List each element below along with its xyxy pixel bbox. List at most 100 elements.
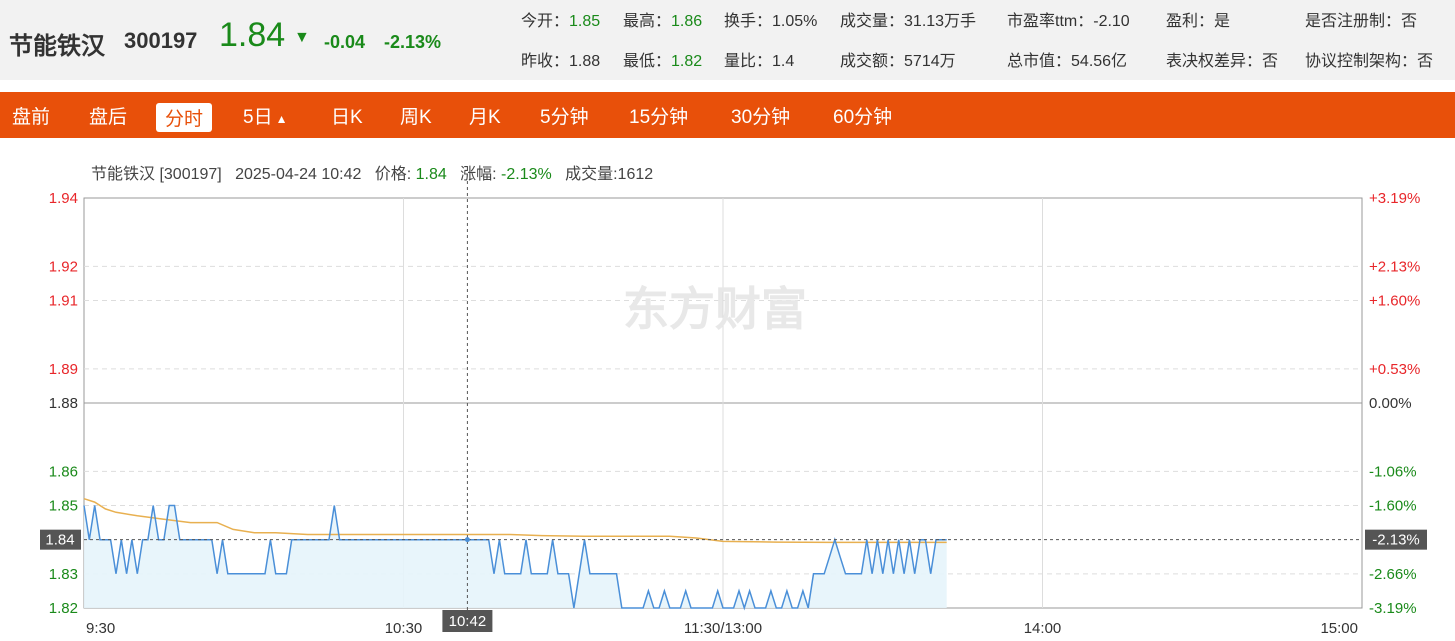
stat-label: 成交量：	[840, 13, 905, 30]
quote-header: 节能铁汉 300197 1.84 ▼ -0.04 -2.13% 今开：1.85 最…	[0, 0, 1455, 80]
tab-7[interactable]: 5分钟	[540, 102, 589, 129]
stat-stats_row1-6: 是否注册制：否	[1305, 7, 1417, 31]
stat-value: 否	[1262, 53, 1279, 70]
y-tick-pct-label: -1.06%	[1369, 463, 1417, 480]
y-tick-label: 1.83	[49, 566, 78, 583]
crosshair-pct-label: -2.13%	[1372, 532, 1420, 549]
stat-value: 5714万	[904, 53, 956, 70]
watermark: 东方财富	[623, 283, 807, 335]
y-tick-label: 1.89	[49, 361, 78, 378]
tab-2[interactable]: 分时	[156, 103, 213, 132]
stat-stats_row1-1: 最高：1.86	[623, 7, 702, 31]
stat-stats_row1-2: 换手：1.05%	[724, 7, 817, 31]
crosshair-dot	[464, 537, 470, 543]
stat-label: 最高：	[623, 13, 672, 30]
x-tick-label: 10:30	[385, 620, 423, 637]
stat-stats_row1-5: 盈利：是	[1166, 7, 1230, 31]
tab-label: 周K	[400, 107, 432, 128]
stat-stats_row1-0: 今开：1.85	[521, 7, 600, 31]
stock-code: 300197	[124, 28, 198, 53]
stat-stats_row1-4: 市盈率ttm：-2.10	[1007, 7, 1130, 31]
tab-10[interactable]: 60分钟	[833, 102, 892, 129]
stat-value: 1.05%	[772, 13, 818, 30]
caret-up-icon: ▲	[275, 112, 288, 126]
stat-stats_row2-3: 成交额：5714万	[840, 47, 956, 71]
tab-label: 日K	[331, 107, 363, 128]
y-tick-label: 1.92	[49, 258, 78, 275]
stat-value: -2.10	[1093, 13, 1130, 30]
stat-label: 表决权差异：	[1166, 53, 1263, 70]
stock-name: 节能铁汉	[9, 33, 105, 60]
stat-label: 量比：	[724, 53, 773, 70]
y-tick-pct-label: +2.13%	[1369, 258, 1420, 275]
stat-label: 成交额：	[840, 53, 905, 70]
stat-value: 1.88	[569, 53, 601, 70]
down-arrow-icon: ▼	[294, 29, 310, 46]
stat-label: 最低：	[623, 53, 672, 70]
x-tick-label: 15:00	[1320, 620, 1358, 637]
period-tab-bar: 盘前 盘后 分时 5日 ▲ 日K 周K 月K 5分钟 15分钟 30分钟 60分钟	[0, 92, 1455, 138]
tab-label: 15分钟	[629, 107, 689, 128]
stat-stats_row2-4: 总市值：54.56亿	[1007, 47, 1127, 71]
stat-value: 否	[1417, 53, 1434, 70]
tab-8[interactable]: 15分钟	[629, 102, 688, 129]
stat-value: 1.82	[671, 53, 703, 70]
tab-9[interactable]: 30分钟	[731, 102, 790, 129]
stat-stats_row2-5: 表决权差异：否	[1166, 47, 1278, 71]
stat-label: 盈利：	[1166, 13, 1215, 30]
y-tick-pct-label: +1.60%	[1369, 293, 1420, 310]
stock-price: 1.84	[219, 16, 286, 54]
price-change: -0.04	[324, 32, 366, 52]
stat-stats_row2-0: 昨收：1.88	[521, 47, 600, 71]
tab-label: 分时	[165, 109, 204, 130]
y-tick-pct-label: -3.19%	[1369, 600, 1417, 617]
stat-stats_row1-3: 成交量：31.13万手	[840, 7, 976, 31]
x-tick-label: 14:00	[1024, 620, 1062, 637]
tab-3[interactable]: 5日 ▲	[243, 102, 287, 129]
y-tick-pct-label: 0.00%	[1369, 395, 1412, 412]
y-tick-label: 1.82	[49, 600, 78, 617]
stat-value: 是	[1214, 13, 1231, 30]
y-tick-pct-label: -1.60%	[1369, 498, 1417, 515]
y-tick-pct-label: +3.19%	[1369, 190, 1420, 207]
stat-value: 否	[1401, 13, 1418, 30]
stat-value: 1.4	[772, 53, 795, 70]
tab-4[interactable]: 日K	[331, 102, 363, 129]
tab-1[interactable]: 盘后	[89, 102, 127, 129]
tab-label: 月K	[469, 107, 501, 128]
y-tick-label: 1.86	[49, 463, 78, 480]
tab-0[interactable]: 盘前	[12, 102, 50, 129]
stat-value: 54.56亿	[1071, 53, 1128, 70]
y-tick-label: 1.94	[49, 190, 78, 207]
y-tick-label: 1.85	[49, 498, 78, 515]
stat-value: 1.85	[569, 13, 601, 30]
stat-label: 协议控制架构：	[1305, 53, 1418, 70]
tab-label: 30分钟	[731, 107, 791, 128]
tab-5[interactable]: 周K	[400, 102, 432, 129]
stat-label: 总市值：	[1007, 53, 1072, 70]
intraday-chart[interactable]: 1.94 +3.19% 1.92 +2.13% 1.91 +1.60% 1.89 +0.53%…	[0, 175, 1455, 641]
crosshair-time-label: 10:42	[449, 613, 487, 630]
y-tick-label: 1.91	[49, 293, 78, 310]
price-change-pct: -2.13%	[384, 32, 442, 52]
tab-label: 5日	[243, 107, 273, 128]
stat-label: 是否注册制：	[1305, 13, 1402, 30]
stat-value: 31.13万手	[904, 13, 977, 30]
stat-value: 1.86	[671, 13, 703, 30]
tab-6[interactable]: 月K	[469, 102, 501, 129]
tab-label: 盘前	[12, 107, 51, 128]
y-tick-label: 1.88	[49, 395, 78, 412]
stat-label: 市盈率ttm：	[1007, 13, 1094, 30]
stat-stats_row2-6: 协议控制架构：否	[1305, 47, 1433, 71]
stat-label: 今开：	[521, 13, 570, 30]
x-tick-label: 9:30	[86, 620, 115, 637]
y-tick-pct-label: -2.66%	[1369, 566, 1417, 583]
tab-label: 盘后	[89, 107, 128, 128]
y-tick-pct-label: +0.53%	[1369, 361, 1420, 378]
price-area-fill	[84, 505, 947, 608]
tab-label: 5分钟	[540, 107, 589, 128]
tab-label: 60分钟	[833, 107, 893, 128]
stat-stats_row2-2: 量比：1.4	[724, 47, 794, 71]
stat-stats_row2-1: 最低：1.82	[623, 47, 702, 71]
x-tick-label: 11:30/13:00	[684, 620, 762, 637]
